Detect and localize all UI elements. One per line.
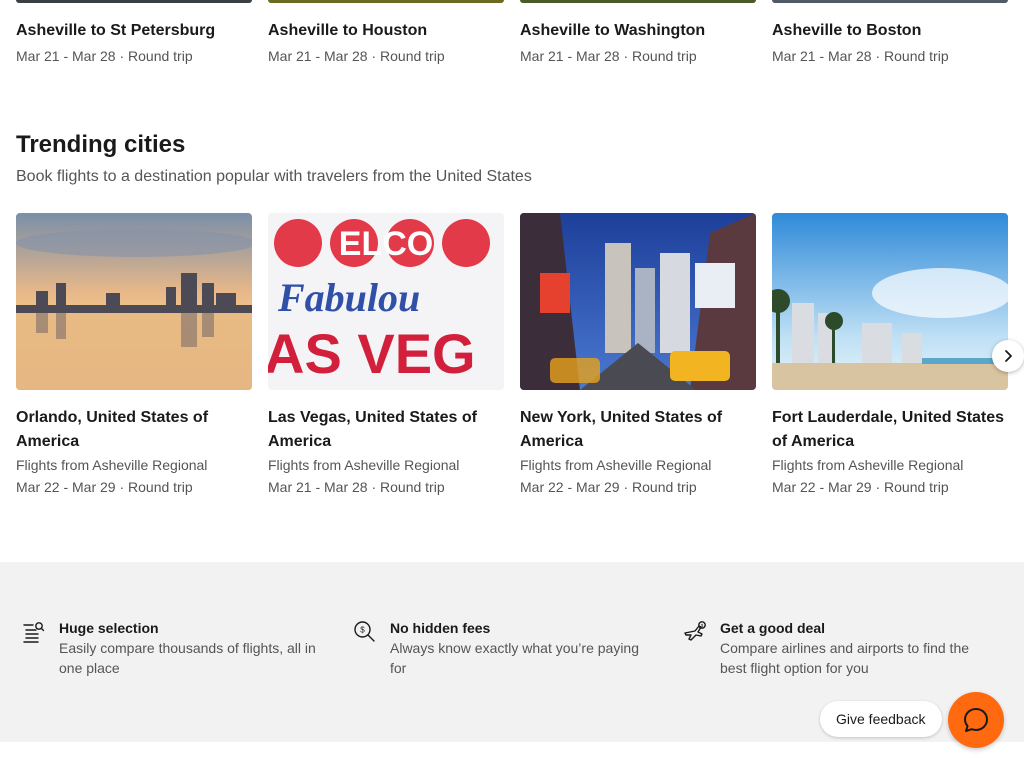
city-dates: Mar 21 - Mar 28 · Round trip <box>268 479 445 495</box>
route-title: Asheville to Houston <box>268 22 428 39</box>
feature-description: Compare airlines and airports to find th… <box>720 640 970 676</box>
city-name: Orlando, United States of America <box>16 409 209 450</box>
give-feedback-button[interactable]: Give feedback <box>820 701 942 737</box>
carousel-next-button[interactable] <box>992 340 1024 372</box>
city-name: Fort Lauderdale, United States of Americ… <box>772 409 1005 450</box>
city-image <box>772 213 1008 390</box>
svg-text:$: $ <box>701 623 704 628</box>
price-magnifier-icon: $ <box>354 621 375 642</box>
route-title: Asheville to St Petersburg <box>16 22 216 39</box>
section-subtitle: Book flights to a destination popular wi… <box>16 168 532 185</box>
sign-text-bottom: AS VEG <box>268 322 476 385</box>
sign-text-middle: Fabulou <box>277 275 420 320</box>
feature-no-hidden-fees: $ No hidden fees Always know exactly wha… <box>353 618 653 678</box>
route-card[interactable]: Asheville to St Petersburg Mar 21 - Mar … <box>16 0 252 64</box>
feature-description: Easily compare thousands of flights, all… <box>59 640 316 676</box>
svg-text:$: $ <box>360 626 365 635</box>
section-title: Trending cities <box>16 131 186 158</box>
city-name: New York, United States of America <box>520 409 723 450</box>
city-image <box>520 213 756 390</box>
feature-description: Always know exactly what you’re paying f… <box>390 640 640 676</box>
route-meta: Mar 21 - Mar 28 · Round trip <box>268 48 445 64</box>
route-title: Asheville to Washington <box>520 22 706 39</box>
city-dates: Mar 22 - Mar 29 · Round trip <box>520 479 697 495</box>
route-image-strip <box>268 0 504 3</box>
sign-text-top: ELCO <box>339 225 433 263</box>
city-card-new-york[interactable]: New York, United States of America Fligh… <box>520 213 756 498</box>
route-meta: Mar 21 - Mar 28 · Round trip <box>520 48 697 64</box>
city-card-las-vegas[interactable]: ELCO Fabulou AS VEG Las Vegas, United St… <box>268 213 504 498</box>
city-card-orlando[interactable]: Orlando, United States of America Flight… <box>16 213 252 498</box>
city-origin: Flights from Asheville Regional <box>268 457 460 473</box>
route-title: Asheville to Boston <box>772 22 922 39</box>
route-image-strip <box>16 0 252 3</box>
feature-good-deal: $ Get a good deal Compare airlines and a… <box>683 618 983 678</box>
chevron-right-icon <box>1005 350 1012 362</box>
city-name: Las Vegas, United States of America <box>268 409 477 450</box>
city-dates: Mar 22 - Mar 29 · Round trip <box>772 479 949 495</box>
city-origin: Flights from Asheville Regional <box>16 457 208 473</box>
route-card[interactable]: Asheville to Houston Mar 21 - Mar 28 · R… <box>268 0 504 64</box>
city-origin: Flights from Asheville Regional <box>520 457 712 473</box>
route-card[interactable]: Asheville to Washington Mar 21 - Mar 28 … <box>520 0 756 64</box>
route-cards-row: Asheville to St Petersburg Mar 21 - Mar … <box>16 0 1008 70</box>
feature-title: No hidden fees <box>390 620 491 636</box>
city-card-fort-lauderdale[interactable]: Fort Lauderdale, United States of Americ… <box>772 213 1008 498</box>
route-meta: Mar 21 - Mar 28 · Round trip <box>16 48 193 64</box>
feature-title: Huge selection <box>59 620 159 636</box>
route-image-strip <box>520 0 756 3</box>
route-image-strip <box>772 0 1008 3</box>
feedback-label: Give feedback <box>836 711 926 727</box>
feature-title: Get a good deal <box>720 620 826 636</box>
city-image <box>16 213 252 390</box>
list-search-icon <box>23 622 45 643</box>
city-dates: Mar 22 - Mar 29 · Round trip <box>16 479 193 495</box>
chat-button[interactable] <box>948 692 1004 748</box>
route-card[interactable]: Asheville to Boston Mar 21 - Mar 28 · Ro… <box>772 0 1008 64</box>
route-meta: Mar 21 - Mar 28 · Round trip <box>772 48 949 64</box>
feature-huge-selection: Huge selection Easily compare thousands … <box>22 618 322 678</box>
city-image: ELCO Fabulou AS VEG <box>268 213 504 390</box>
plane-deal-icon: $ <box>684 621 706 641</box>
city-origin: Flights from Asheville Regional <box>772 457 964 473</box>
chat-bubble-icon <box>964 708 988 732</box>
